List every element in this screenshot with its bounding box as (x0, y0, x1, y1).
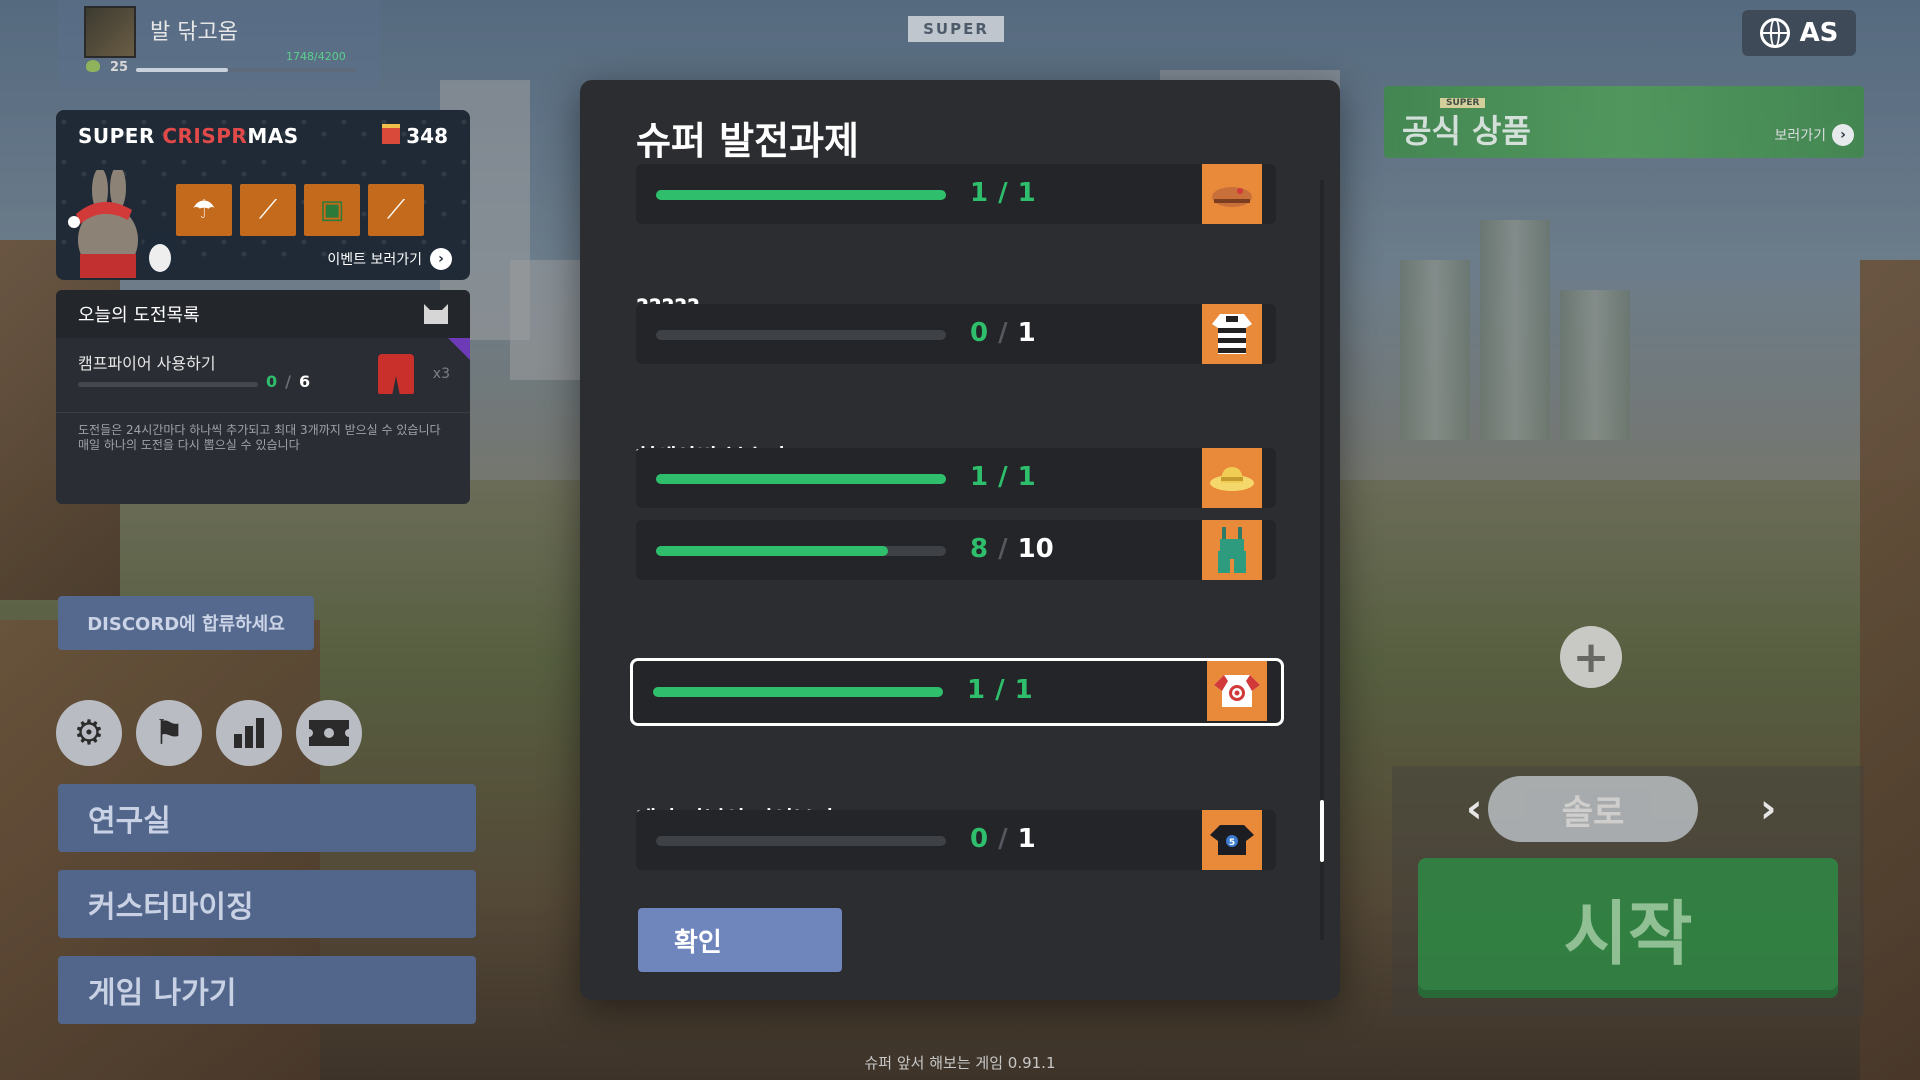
achievement-progress-text: 0/1 (970, 824, 1036, 854)
achievement-progress-bar (656, 330, 946, 340)
bat-icon: ⟋ (368, 184, 424, 236)
lab-button[interactable]: 연구실 (58, 784, 476, 852)
game-logo: SUPER (908, 16, 1004, 42)
xp-bar (136, 68, 356, 72)
player-name: 발 닦고옴 (150, 20, 238, 45)
achievement-row[interactable]: 1/1 (630, 658, 1284, 726)
scroll-thumb[interactable] (1320, 800, 1324, 862)
reward-multiplier: x3 (432, 366, 450, 382)
language-button[interactable]: AS (1742, 10, 1856, 56)
achievement-row[interactable]: 1/1 (636, 164, 1276, 224)
icon-button-row: ⚙ ⚑ (56, 700, 362, 766)
jersey-icon: 5 (1202, 810, 1262, 870)
discord-button[interactable]: DISCORD에 합류하세요 (58, 596, 314, 650)
avatar[interactable] (84, 6, 136, 58)
achievement-row[interactable]: 1/1 (636, 448, 1276, 508)
achievement-progress-text: 1/1 (967, 675, 1033, 705)
svg-text:5: 5 (1229, 838, 1235, 848)
achievement-row[interactable]: 0/1 (636, 304, 1276, 364)
xp-text: 1748/4200 (286, 50, 346, 63)
target-shirt-icon (1207, 661, 1267, 721)
prison-shirt-icon (1202, 304, 1262, 364)
sweater-icon: ▣ (304, 184, 360, 236)
quit-game-button[interactable]: 게임 나가기 (58, 956, 476, 1024)
achievement-progress-bar (656, 190, 946, 200)
arrow-right-icon: › (1832, 124, 1854, 146)
add-button[interactable]: + (1560, 626, 1622, 688)
mascot-image (68, 170, 178, 278)
achievement-progress-bar (653, 687, 943, 697)
player-level: 25 (110, 60, 129, 75)
customize-button[interactable]: 커스터마이징 (58, 870, 476, 938)
event-count: 348 (382, 124, 448, 148)
challenges-note: 도전들은 24시간마다 하나씩 추가되고 최대 3개까지 받으실 수 있습니다 매… (78, 423, 441, 452)
achievement-progress-text: 0/1 (970, 318, 1036, 348)
modal-title: 슈퍼 발전과제 (636, 119, 859, 163)
daily-challenges-panel: 오늘의 도전목록 캠프파이어 사용하기 0/6 x3 도전들은 24시간마다 하… (56, 290, 470, 504)
bar-chart-icon[interactable] (216, 700, 282, 766)
shop-link[interactable]: 보러가기 › (1774, 124, 1854, 146)
challenge-row[interactable]: 캠프파이어 사용하기 0/6 x3 (56, 338, 470, 413)
event-link[interactable]: 이벤트 보러가기 › (327, 248, 452, 270)
gift-icon (382, 124, 401, 144)
scrollbar[interactable] (1320, 180, 1324, 940)
arrow-right-icon: › (430, 248, 452, 270)
candy-cane-icon: ⟋ (240, 184, 296, 236)
event-items: ☂ ⟋ ▣ ⟋ (176, 184, 424, 236)
globe-icon (1759, 18, 1790, 48)
cat-icon (424, 304, 448, 324)
version-text: 슈퍼 앞서 해보는 게임 0.91.1 (864, 1054, 1056, 1072)
overalls-icon (1202, 520, 1262, 580)
chevron-right-icon[interactable]: › (1760, 786, 1776, 832)
event-title: SUPER CRISPRMAS (78, 124, 299, 148)
player-profile[interactable]: 발 닦고옴 1748/4200 25 (58, 0, 380, 88)
chevron-left-icon[interactable]: ‹ (1466, 786, 1482, 832)
achievement-row[interactable]: 8/10 (636, 520, 1276, 580)
ticket-icon[interactable] (296, 700, 362, 766)
shop-title: 공식 상품 (1402, 112, 1531, 150)
achievement-row[interactable]: 0/1 5 (636, 810, 1276, 870)
achievement-progress-bar (656, 474, 946, 484)
start-button[interactable]: 시작 (1418, 858, 1838, 998)
achievement-progress-bar (656, 546, 946, 556)
pants-icon (378, 354, 414, 394)
challenge-progress-bar (78, 382, 258, 387)
gear-icon[interactable]: ⚙ (56, 700, 122, 766)
event-card[interactable]: SUPER CRISPRMAS 348 ☂ ⟋ ▣ ⟋ 이벤트 보러가기 › (56, 110, 470, 280)
corner-badge (448, 338, 470, 360)
achievement-progress-bar (656, 836, 946, 846)
mode-selector[interactable]: 솔로 (1488, 776, 1698, 842)
level-icon (86, 60, 100, 72)
straw-hat-icon (1202, 448, 1262, 508)
achievement-progress-text: 8/10 (970, 534, 1054, 564)
confirm-button[interactable]: 확인 (638, 908, 842, 972)
achievement-progress-text: 1/1 (970, 178, 1036, 208)
achievements-list[interactable]: 1/1?????0/1허새아비 부수기1/18/10과녁을 맞추기1/1내가 과… (630, 164, 1284, 964)
challenges-header: 오늘의 도전목록 (78, 305, 200, 326)
umbrella-icon: ☂ (176, 184, 232, 236)
achievement-progress-text: 1/1 (970, 462, 1036, 492)
challenge-progress: 0/6 (266, 372, 311, 391)
beret-icon (1202, 164, 1262, 224)
challenge-label: 캠프파이어 사용하기 (78, 354, 216, 373)
shop-banner[interactable]: SUPER 공식 상품 보러가기 › (1384, 86, 1864, 158)
flag-icon[interactable]: ⚑ (136, 700, 202, 766)
achievements-modal: 슈퍼 발전과제 1/1?????0/1허새아비 부수기1/18/10과녁을 맞추… (580, 80, 1340, 1000)
